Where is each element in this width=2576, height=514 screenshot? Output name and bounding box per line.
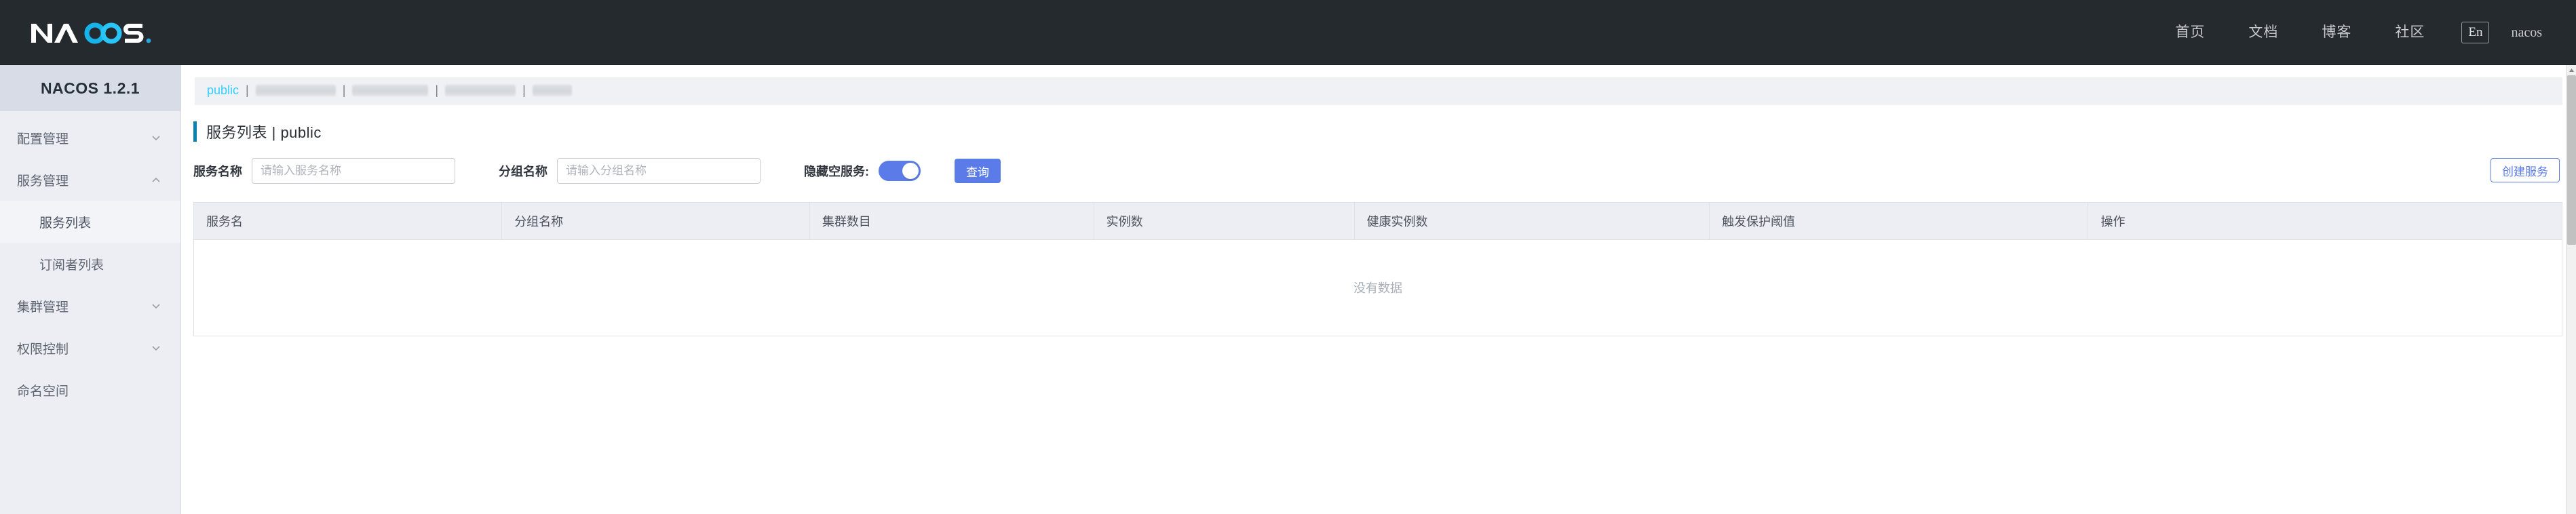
- namespace-tab-redacted-4[interactable]: [532, 85, 572, 96]
- column-header-protect-threshold[interactable]: 触发保护阈值: [1709, 203, 2089, 240]
- scrollbar-thumb[interactable]: [2567, 75, 2576, 245]
- sidebar-item-config-management[interactable]: 配置管理: [0, 117, 180, 159]
- nav-blog[interactable]: 博客: [2300, 0, 2373, 65]
- nav-docs[interactable]: 文档: [2227, 0, 2300, 65]
- sidebar-item-label: 配置管理: [17, 132, 69, 146]
- service-list-table: 服务名 分组名称 集群数目 实例数 健康实例数 触发保护阈值 操作 没有数据: [194, 203, 2562, 336]
- page-title-row: 服务列表 | public: [193, 121, 2576, 142]
- sidebar-item-label: 集群管理: [17, 300, 69, 315]
- namespace-separator: |: [522, 83, 526, 97]
- table-header-row: 服务名 分组名称 集群数目 实例数 健康实例数 触发保护阈值 操作: [194, 203, 2562, 240]
- column-header-cluster-count[interactable]: 集群数目: [809, 203, 1094, 240]
- namespace-tab-redacted-2[interactable]: [352, 85, 429, 96]
- header-nav: 首页 文档 博客 社区 En nacos: [2153, 0, 2557, 65]
- service-name-label: 服务名称: [193, 165, 242, 178]
- chevron-up-icon: [151, 174, 161, 185]
- nacos-logo-icon: [31, 22, 151, 44]
- chevron-down-icon: [151, 300, 161, 311]
- empty-state-text: 没有数据: [1353, 281, 1402, 296]
- table-empty-row: 没有数据: [194, 239, 2562, 336]
- group-name-input[interactable]: [557, 158, 761, 184]
- chevron-down-icon: [151, 342, 161, 353]
- namespace-tab-redacted-3[interactable]: [445, 85, 516, 96]
- column-header-service-name[interactable]: 服务名: [194, 203, 503, 240]
- sidebar-item-namespace[interactable]: 命名空间: [0, 369, 180, 411]
- scroll-up-arrow-icon[interactable]: [2567, 65, 2576, 75]
- namespace-tab-redacted-1[interactable]: [255, 85, 336, 96]
- namespace-separator: |: [435, 83, 439, 97]
- title-accent-bar: [193, 121, 197, 142]
- sidebar-item-permission-control[interactable]: 权限控制: [0, 327, 180, 369]
- column-header-healthy-instance-count[interactable]: 健康实例数: [1354, 203, 1710, 240]
- hide-empty-service-toggle[interactable]: [879, 161, 921, 181]
- sidebar-item-label: 服务管理: [17, 174, 69, 189]
- main-content: public | | | | 服务列表 | public 服务名称 分组名称 隐…: [181, 65, 2576, 514]
- sidebar-menu: 配置管理 服务管理 服务列表 订阅者列表 集群管理 权限控制 命名空间: [0, 111, 180, 411]
- sidebar-subitem-subscriber-list[interactable]: 订阅者列表: [0, 243, 180, 285]
- hide-empty-service-label: 隐藏空服务:: [804, 165, 869, 178]
- service-name-input[interactable]: [252, 158, 455, 184]
- sidebar: NACOS 1.2.1 配置管理 服务管理 服务列表 订阅者列表 集群管理 权限…: [0, 65, 181, 514]
- table-body: 没有数据: [194, 239, 2562, 336]
- user-menu[interactable]: nacos: [2504, 25, 2557, 41]
- namespace-bar: public | | | |: [195, 77, 2562, 104]
- chevron-down-icon: [151, 132, 161, 143]
- namespace-tab-public[interactable]: public: [203, 83, 243, 98]
- column-header-operations[interactable]: 操作: [2088, 203, 2562, 240]
- product-version-label: NACOS 1.2.1: [0, 65, 180, 111]
- language-toggle-button[interactable]: En: [2461, 21, 2490, 44]
- create-service-button[interactable]: 创建服务: [2491, 158, 2560, 182]
- table-header: 服务名 分组名称 集群数目 实例数 健康实例数 触发保护阈值 操作: [194, 203, 2562, 240]
- sidebar-item-label: 命名空间: [17, 384, 69, 399]
- nav-community[interactable]: 社区: [2373, 0, 2446, 65]
- toggle-knob: [902, 163, 919, 179]
- vertical-scrollbar[interactable]: [2566, 65, 2576, 514]
- top-header: 首页 文档 博客 社区 En nacos: [0, 0, 2576, 65]
- service-list-table-card: 服务名 分组名称 集群数目 实例数 健康实例数 触发保护阈值 操作 没有数据: [193, 202, 2562, 336]
- nav-home[interactable]: 首页: [2153, 0, 2227, 65]
- namespace-separator: |: [246, 83, 249, 97]
- query-button[interactable]: 查询: [955, 159, 1001, 183]
- search-toolbar: 服务名称 分组名称 隐藏空服务: 查询 创建服务: [193, 157, 2576, 184]
- namespace-separator: |: [342, 83, 346, 97]
- sidebar-subitem-label: 服务列表: [39, 216, 92, 231]
- sidebar-item-service-management[interactable]: 服务管理: [0, 159, 180, 201]
- page-title: 服务列表 | public: [206, 124, 322, 141]
- sidebar-item-label: 权限控制: [17, 342, 69, 357]
- nacos-logo[interactable]: [30, 18, 159, 49]
- column-header-group-name[interactable]: 分组名称: [501, 203, 810, 240]
- sidebar-subitem-service-list[interactable]: 服务列表: [0, 201, 180, 243]
- sidebar-item-cluster-management[interactable]: 集群管理: [0, 285, 180, 327]
- column-header-instance-count[interactable]: 实例数: [1094, 203, 1355, 240]
- sidebar-subitem-label: 订阅者列表: [39, 258, 104, 273]
- group-name-label: 分组名称: [499, 165, 547, 178]
